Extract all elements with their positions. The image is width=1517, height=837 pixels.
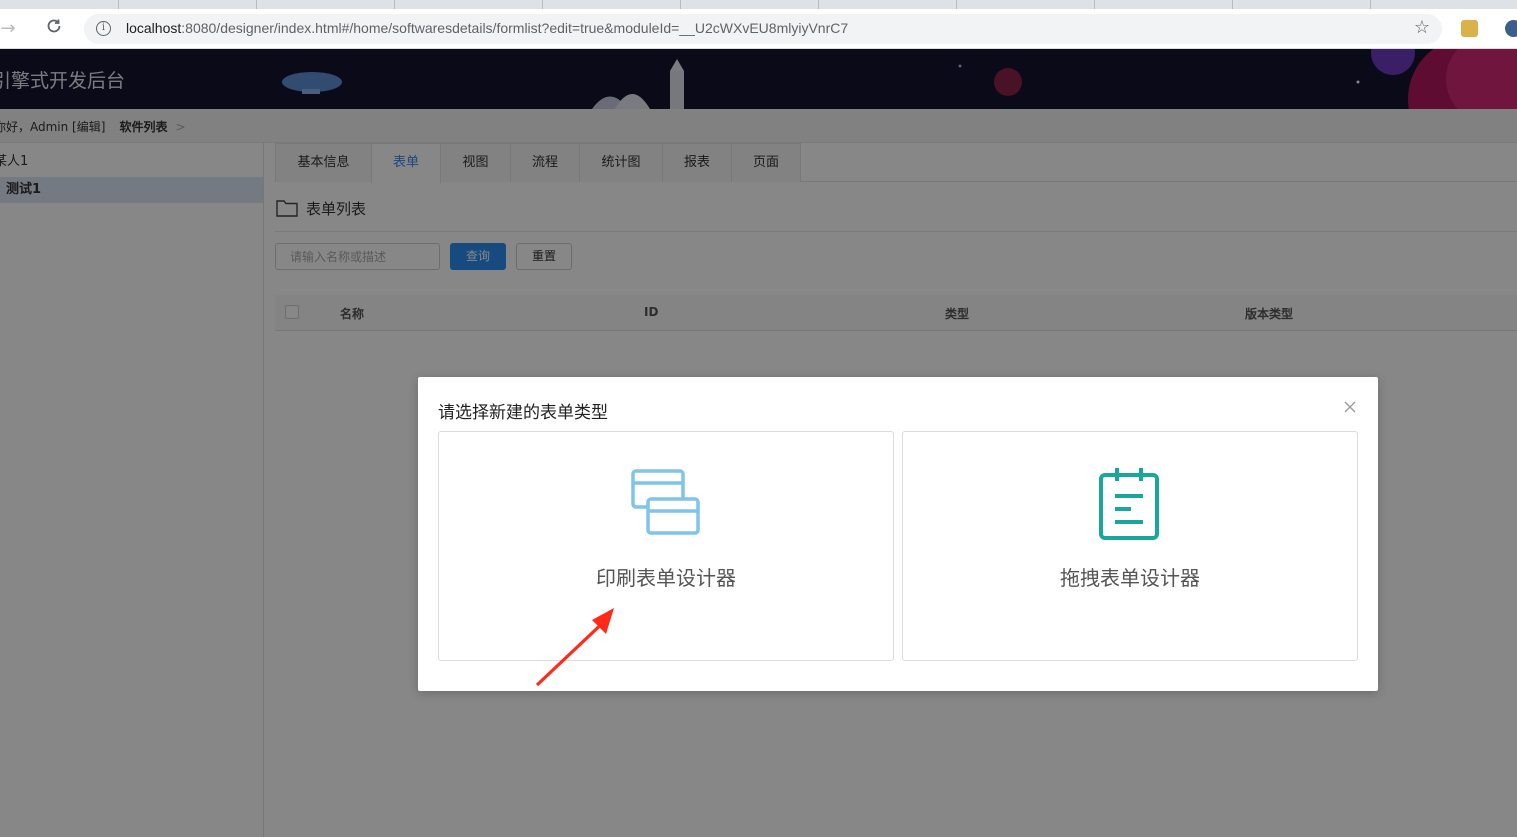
- print-form-designer-option[interactable]: 印刷表单设计器: [438, 431, 894, 661]
- annotation-arrow-icon: [535, 608, 614, 687]
- url-omnibox[interactable]: i localhost:8080/designer/index.html#/ho…: [84, 14, 1442, 44]
- extension-icon[interactable]: [1461, 20, 1478, 37]
- info-icon[interactable]: i: [96, 21, 111, 36]
- browser-address-bar: → i localhost:8080/designer/index.html#/…: [0, 9, 1517, 49]
- dialog-title: 请选择新建的表单类型: [438, 403, 608, 423]
- reload-icon[interactable]: [42, 17, 66, 41]
- print-form-designer-label: 印刷表单设计器: [596, 566, 736, 590]
- browser-tab-strip: [0, 0, 1517, 9]
- print-form-icon: [631, 469, 700, 535]
- close-icon[interactable]: [1342, 399, 1358, 415]
- profile-icon[interactable]: [1505, 20, 1517, 37]
- bookmark-star-icon[interactable]: ☆: [1414, 17, 1430, 38]
- back-arrow-icon[interactable]: →: [0, 17, 20, 41]
- drag-form-designer-option[interactable]: 拖拽表单设计器: [902, 431, 1358, 661]
- url-text[interactable]: localhost:8080/designer/index.html#/home…: [126, 20, 848, 36]
- drag-form-designer-label: 拖拽表单设计器: [1060, 566, 1200, 590]
- drag-form-clipboard-icon: [1099, 468, 1159, 540]
